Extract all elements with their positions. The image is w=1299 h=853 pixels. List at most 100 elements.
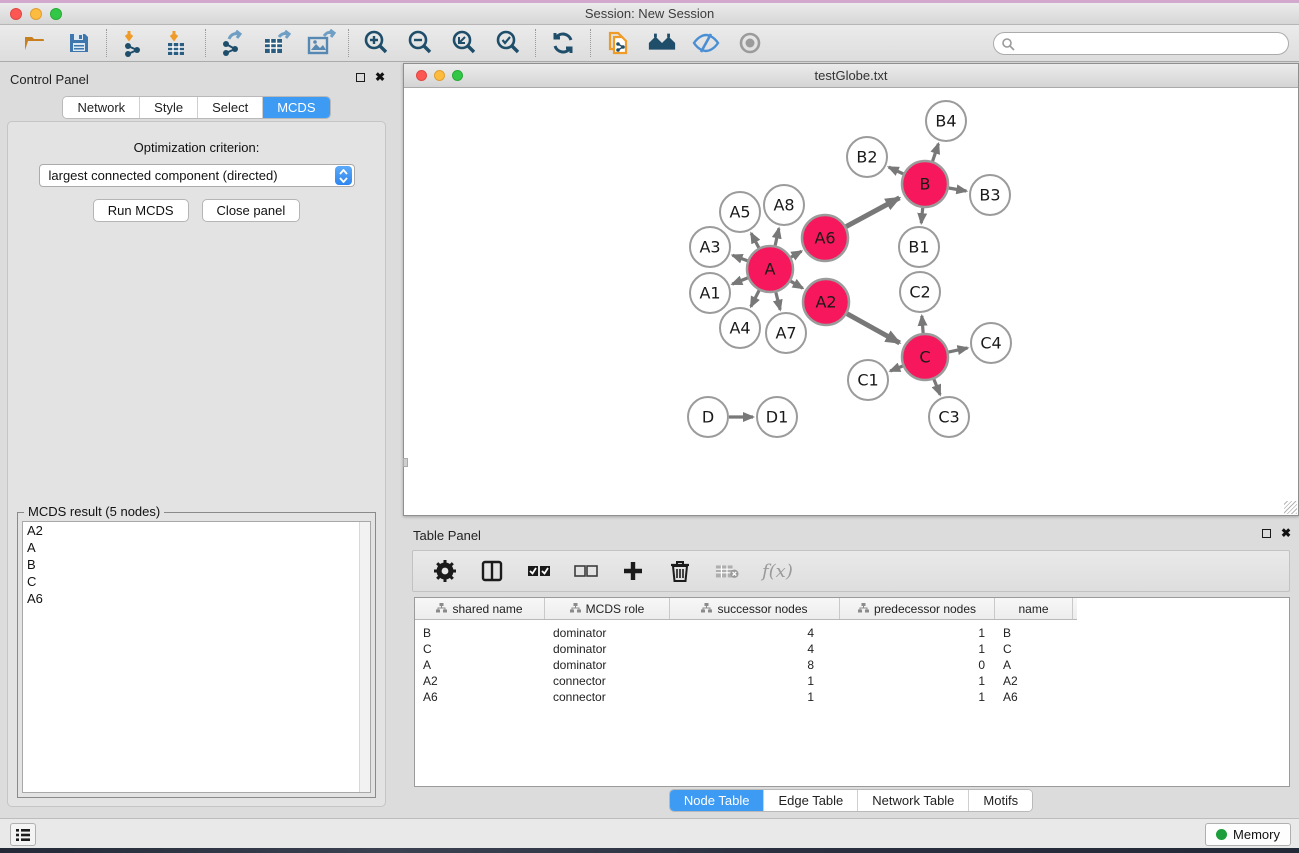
tab-edge-table[interactable]: Edge Table [764, 790, 858, 811]
column-header-name[interactable]: name [995, 598, 1073, 619]
split-resize-handle[interactable] [403, 458, 408, 467]
column-view-icon[interactable] [480, 559, 504, 583]
save-session-icon[interactable] [64, 28, 94, 58]
graph-node-C3[interactable]: C3 [929, 397, 969, 437]
graph-edge-A-A8[interactable] [775, 228, 779, 245]
column-header-MCDS-role[interactable]: MCDS role [545, 598, 670, 619]
tab-motifs[interactable]: Motifs [969, 790, 1032, 811]
tab-select[interactable]: Select [198, 97, 263, 118]
graph-edge-B-B3[interactable] [949, 188, 967, 191]
mcds-result-item[interactable]: B [23, 556, 370, 573]
table-cell[interactable]: 1 [840, 673, 995, 689]
export-table-icon[interactable] [262, 28, 292, 58]
table-cell[interactable]: connector [545, 673, 670, 689]
table-cell[interactable]: 1 [840, 625, 995, 641]
table-cell[interactable]: B [995, 625, 1073, 641]
table-cell[interactable]: 0 [840, 657, 995, 673]
table-cell[interactable]: connector [545, 689, 670, 705]
graph-node-A[interactable]: A [747, 246, 793, 292]
table-cell[interactable]: 8 [670, 657, 840, 673]
run-mcds-button[interactable]: Run MCDS [93, 199, 189, 222]
table-cell[interactable]: C [995, 641, 1073, 657]
graph-edge-A-A1[interactable] [732, 278, 747, 284]
window-resize-grip[interactable] [1284, 501, 1297, 514]
delete-table-icon[interactable] [715, 559, 739, 583]
table-cell[interactable]: A2 [995, 673, 1073, 689]
graph-node-A3[interactable]: A3 [690, 227, 730, 267]
graph-node-B1[interactable]: B1 [899, 227, 939, 267]
zoom-selected-icon[interactable] [493, 28, 523, 58]
graph-node-B[interactable]: B [902, 161, 948, 207]
graph-edge-B-B1[interactable] [921, 208, 922, 223]
graph-node-A1[interactable]: A1 [690, 273, 730, 313]
table-row[interactable]: Bdominator41B [415, 625, 1289, 641]
task-history-button[interactable] [10, 823, 36, 846]
scrollbar-track[interactable] [359, 522, 370, 792]
graph-node-A5[interactable]: A5 [720, 192, 760, 232]
table-cell[interactable]: 1 [840, 641, 995, 657]
graph-node-C1[interactable]: C1 [848, 360, 888, 400]
hide-panel-eye-icon[interactable] [691, 28, 721, 58]
graph-edge-C-C1[interactable] [890, 366, 902, 371]
show-panel-eye-icon[interactable] [735, 28, 765, 58]
tab-style[interactable]: Style [140, 97, 198, 118]
deselect-all-icon[interactable] [574, 559, 598, 583]
memory-button[interactable]: Memory [1205, 823, 1291, 846]
float-panel-icon[interactable] [356, 73, 365, 82]
table-cell[interactable]: dominator [545, 641, 670, 657]
graph-edge-C-C4[interactable] [948, 348, 967, 352]
mcds-result-item[interactable]: A [23, 539, 370, 556]
graph-edge-A-A6[interactable] [791, 251, 802, 257]
table-row[interactable]: A6connector11A6 [415, 689, 1289, 705]
graph-edge-C-C3[interactable] [934, 379, 940, 394]
zoom-in-icon[interactable] [361, 28, 391, 58]
graph-node-C[interactable]: C [902, 334, 948, 380]
graph-node-A2[interactable]: A2 [803, 279, 849, 325]
table-cell[interactable]: A2 [415, 673, 545, 689]
export-network-icon[interactable] [218, 28, 248, 58]
tab-mcds[interactable]: MCDS [263, 97, 329, 118]
table-cell[interactable]: 1 [840, 689, 995, 705]
search-input[interactable] [1015, 37, 1288, 51]
graph-node-A7[interactable]: A7 [766, 313, 806, 353]
table-cell[interactable]: A [995, 657, 1073, 673]
mcds-result-item[interactable]: A6 [23, 590, 370, 607]
column-header-predecessor-nodes[interactable]: predecessor nodes [840, 598, 995, 619]
table-cell[interactable]: A [415, 657, 545, 673]
mcds-result-item[interactable]: C [23, 573, 370, 590]
graph-node-B2[interactable]: B2 [847, 137, 887, 177]
duplicate-network-icon[interactable] [603, 28, 633, 58]
graph-edge-B-B2[interactable] [889, 167, 903, 174]
table-cell[interactable]: 4 [670, 625, 840, 641]
delete-icon[interactable] [668, 559, 692, 583]
table-cell[interactable]: 1 [670, 689, 840, 705]
graph-node-A6[interactable]: A6 [802, 215, 848, 261]
float-table-panel-icon[interactable] [1262, 529, 1271, 538]
close-panel-button[interactable]: Close panel [202, 199, 301, 222]
table-cell[interactable]: C [415, 641, 545, 657]
select-all-icon[interactable] [527, 559, 551, 583]
graph-node-C4[interactable]: C4 [971, 323, 1011, 363]
zoom-fit-icon[interactable] [449, 28, 479, 58]
table-row[interactable]: A2connector11A2 [415, 673, 1289, 689]
add-column-icon[interactable] [621, 559, 645, 583]
graph-node-D[interactable]: D [688, 397, 728, 437]
optimization-criterion-select[interactable]: largest connected component (directed) [39, 164, 355, 187]
graph-edge-A-A2[interactable] [791, 281, 803, 288]
table-cell[interactable]: dominator [545, 657, 670, 673]
graph-edge-A-A7[interactable] [776, 292, 780, 309]
import-table-icon[interactable] [163, 28, 193, 58]
import-network-icon[interactable] [119, 28, 149, 58]
mcds-result-item[interactable]: A2 [23, 522, 370, 539]
graph-node-D1[interactable]: D1 [757, 397, 797, 437]
tab-node-table[interactable]: Node Table [670, 790, 765, 811]
graph-edge-A-A4[interactable] [751, 290, 759, 306]
settings-gear-icon[interactable] [433, 559, 457, 583]
column-header-shared-name[interactable]: shared name [415, 598, 545, 619]
close-table-panel-icon[interactable]: ✖ [1281, 528, 1291, 538]
graph-edge-A6-B[interactable] [846, 198, 899, 227]
table-cell[interactable]: 1 [670, 673, 840, 689]
tab-network-table[interactable]: Network Table [858, 790, 969, 811]
graph-edge-B-B4[interactable] [933, 144, 939, 161]
graph-edge-C-C2[interactable] [922, 316, 923, 333]
